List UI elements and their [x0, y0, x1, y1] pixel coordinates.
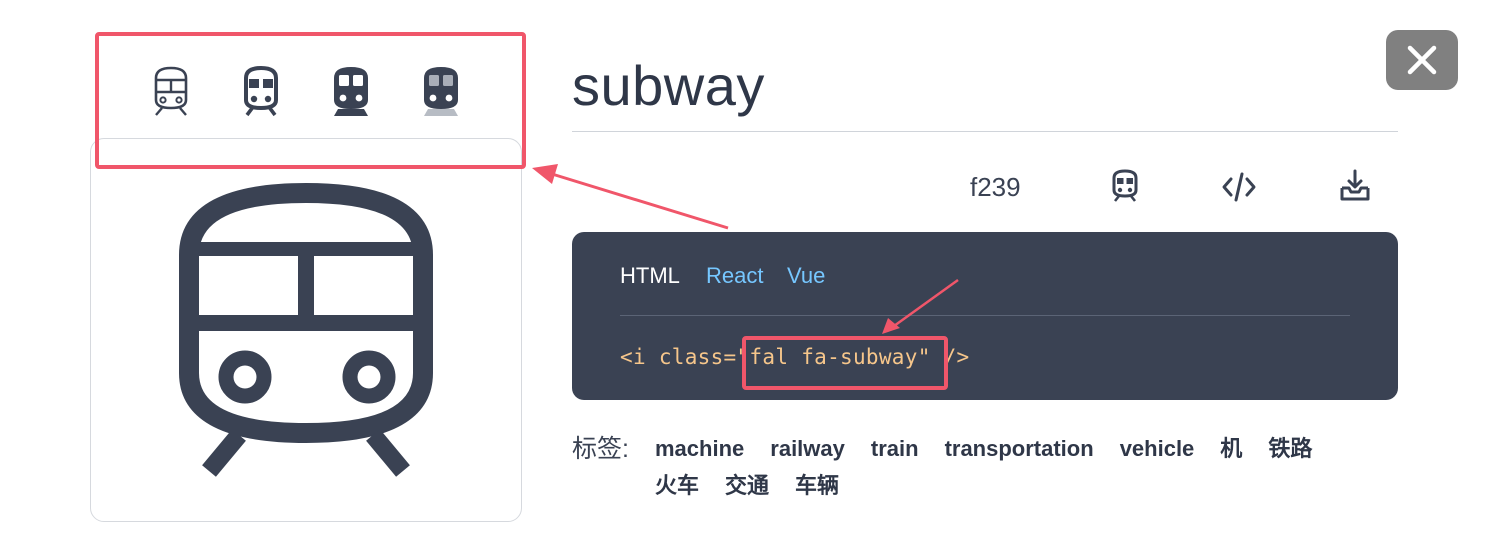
tab-vue[interactable]: Vue [787, 263, 825, 289]
code-icon[interactable] [1222, 170, 1256, 204]
tag-railway[interactable]: railway [770, 430, 845, 467]
icon-title: subway [572, 54, 765, 117]
tag-list: machine railway train transportation vehicle… [655, 430, 1395, 504]
subway-light-icon[interactable] [148, 64, 194, 118]
tag-jiaotong[interactable]: 交通 [725, 467, 769, 504]
close-icon [1407, 45, 1437, 75]
subway-duotone-icon[interactable] [418, 64, 464, 118]
download-icon[interactable] [1338, 168, 1372, 202]
subway-regular-icon[interactable] [238, 64, 284, 118]
tag-train[interactable]: train [871, 430, 919, 467]
tab-react[interactable]: React [706, 263, 763, 289]
code-divider [620, 315, 1350, 316]
code-panel: HTML React Vue <i class="fal fa-subway" … [572, 232, 1398, 400]
unicode-value[interactable]: f239 [970, 172, 1021, 203]
tag-huoche[interactable]: 火车 [655, 467, 699, 504]
tag-cheliang[interactable]: 车辆 [795, 467, 839, 504]
subway-preview-icon [179, 183, 433, 477]
tag-ji[interactable]: 机 [1220, 430, 1242, 467]
code-snippet[interactable]: <i class="fal fa-subway" /> [620, 345, 969, 369]
subway-icon[interactable] [1108, 168, 1142, 202]
annotation-arrow-icon [532, 164, 729, 230]
tab-html[interactable]: HTML [620, 263, 680, 289]
tag-vehicle[interactable]: vehicle [1120, 430, 1195, 467]
close-button[interactable] [1386, 30, 1458, 90]
tag-transportation[interactable]: transportation [945, 430, 1094, 467]
annotation-arrow-icon [882, 278, 959, 334]
tag-tielu[interactable]: 铁路 [1268, 430, 1312, 467]
tag-machine[interactable]: machine [655, 430, 744, 467]
icon-preview-card [90, 138, 522, 522]
subway-solid-icon[interactable] [328, 64, 374, 118]
tags-label: 标签: [572, 435, 629, 463]
title-divider [572, 131, 1398, 132]
